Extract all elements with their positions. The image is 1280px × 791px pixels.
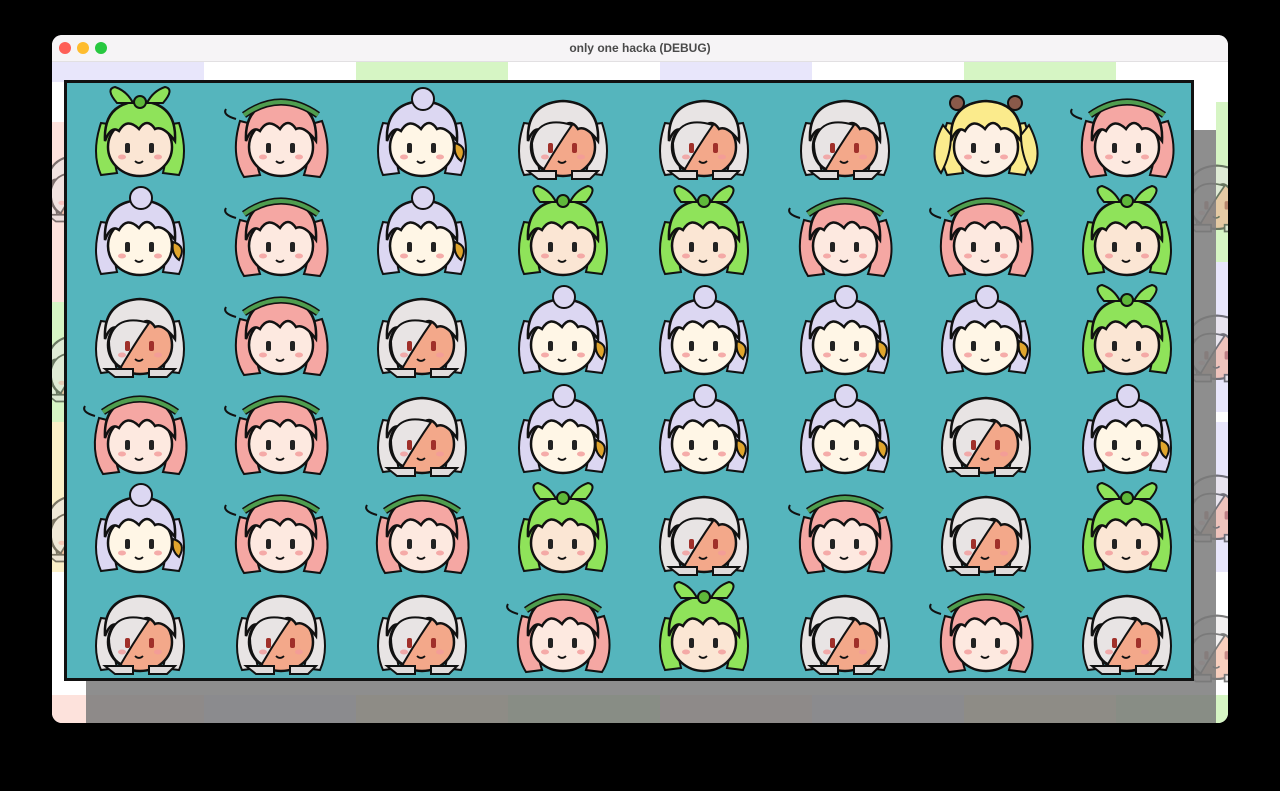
character-face-pink[interactable] (1062, 85, 1191, 185)
character-face-white[interactable] (639, 85, 769, 185)
character-face-green[interactable] (639, 184, 769, 284)
character-face-purple[interactable] (498, 382, 628, 482)
character-face-purple[interactable] (1062, 382, 1191, 482)
character-face-pink[interactable] (498, 580, 628, 678)
stripe-top (812, 62, 964, 82)
character-face-green[interactable] (75, 85, 205, 185)
character-face-white[interactable] (216, 580, 346, 678)
app-window: only one hacka (DEBUG) (52, 35, 1228, 723)
character-face-white[interactable] (357, 382, 487, 482)
character-face-white[interactable] (357, 580, 487, 678)
title-bar: only one hacka (DEBUG) (52, 35, 1228, 62)
game-area (52, 62, 1228, 723)
character-face-white[interactable] (780, 85, 910, 185)
character-face-purple[interactable] (780, 382, 910, 482)
character-face-green[interactable] (1062, 283, 1191, 383)
character-face-purple[interactable] (357, 184, 487, 284)
character-face-white[interactable] (921, 382, 1051, 482)
stripe-top (660, 62, 812, 82)
character-face-purple[interactable] (498, 283, 628, 383)
character-face-pink[interactable] (75, 382, 205, 482)
character-face-pink[interactable] (216, 382, 346, 482)
stripe-top (204, 62, 356, 82)
character-face-white[interactable] (921, 481, 1051, 581)
window-title: only one hacka (DEBUG) (569, 41, 711, 55)
character-face-pink[interactable] (357, 481, 487, 581)
character-face-purple[interactable] (639, 382, 769, 482)
character-face-pink[interactable] (780, 184, 910, 284)
game-board (64, 80, 1194, 681)
character-face-white[interactable] (780, 580, 910, 678)
stripe-top (964, 62, 1116, 82)
stripe-top (356, 62, 508, 82)
character-face-white[interactable] (639, 481, 769, 581)
character-face-purple[interactable] (75, 481, 205, 581)
character-face-pink[interactable] (216, 283, 346, 383)
character-face-purple[interactable] (75, 184, 205, 284)
character-face-green[interactable] (639, 580, 769, 678)
character-face-pink[interactable] (216, 481, 346, 581)
character-face-pink[interactable] (216, 184, 346, 284)
stripe-top (508, 62, 660, 82)
character-face-green[interactable] (1062, 481, 1191, 581)
character-face-purple[interactable] (780, 283, 910, 383)
character-face-white[interactable] (1062, 580, 1191, 678)
character-face-green[interactable] (498, 481, 628, 581)
character-face-pink[interactable] (216, 85, 346, 185)
character-face-white[interactable] (75, 580, 205, 678)
character-face-purple[interactable] (639, 283, 769, 383)
character-face-green[interactable] (1062, 184, 1191, 284)
character-face-purple[interactable] (921, 283, 1051, 383)
character-face-green[interactable] (498, 184, 628, 284)
character-face-white[interactable] (357, 283, 487, 383)
stripe-top (1116, 62, 1228, 82)
character-face-purple[interactable] (357, 85, 487, 185)
character-face-pink[interactable] (780, 481, 910, 581)
character-face-yellow[interactable] (921, 85, 1051, 185)
character-face-white[interactable] (75, 283, 205, 383)
character-face-white[interactable] (498, 85, 628, 185)
character-face-pink[interactable] (921, 184, 1051, 284)
character-face-pink[interactable] (921, 580, 1051, 678)
stripe-top (52, 62, 204, 82)
